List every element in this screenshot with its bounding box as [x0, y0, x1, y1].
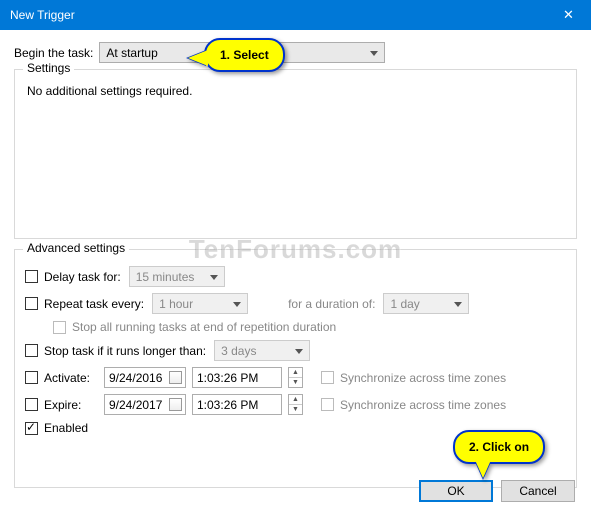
calendar-icon — [169, 371, 182, 384]
stop-repetition-checkbox — [53, 321, 66, 334]
calendar-icon — [169, 398, 182, 411]
delay-label: Delay task for: — [44, 270, 121, 284]
expire-sync-label: Synchronize across time zones — [340, 398, 506, 412]
expire-checkbox[interactable] — [25, 398, 38, 411]
begin-task-label: Begin the task: — [14, 46, 93, 60]
duration-select[interactable]: 1 day — [383, 293, 469, 314]
ok-button[interactable]: OK — [419, 480, 493, 502]
settings-group: Settings No additional settings required… — [14, 69, 577, 239]
expire-label: Expire: — [44, 398, 96, 412]
settings-message: No additional settings required. — [27, 84, 192, 98]
stop-longer-label: Stop task if it runs longer than: — [44, 344, 206, 358]
expire-date[interactable]: 9/24/2017 — [104, 394, 186, 415]
callout-click: 2. Click on — [453, 430, 545, 464]
enabled-checkbox[interactable] — [25, 422, 38, 435]
window-title: New Trigger — [10, 8, 546, 22]
settings-legend: Settings — [23, 61, 74, 75]
begin-task-value: At startup — [106, 46, 157, 60]
repeat-select[interactable]: 1 hour — [152, 293, 248, 314]
titlebar: New Trigger ✕ — [0, 0, 591, 30]
activate-sync-label: Synchronize across time zones — [340, 371, 506, 385]
delay-checkbox[interactable] — [25, 270, 38, 283]
activate-time[interactable]: 1:03:26 PM — [192, 367, 282, 388]
stop-longer-checkbox[interactable] — [25, 344, 38, 357]
callout-select: 1. Select — [204, 38, 285, 72]
expire-time-spinner[interactable]: ▲▼ — [288, 394, 303, 415]
activate-checkbox[interactable] — [25, 371, 38, 384]
delay-select[interactable]: 15 minutes — [129, 266, 225, 287]
expire-time[interactable]: 1:03:26 PM — [192, 394, 282, 415]
stop-longer-select[interactable]: 3 days — [214, 340, 310, 361]
activate-label: Activate: — [44, 371, 96, 385]
duration-label: for a duration of: — [288, 297, 375, 311]
activate-sync-checkbox — [321, 371, 334, 384]
expire-sync-checkbox — [321, 398, 334, 411]
activate-time-spinner[interactable]: ▲▼ — [288, 367, 303, 388]
cancel-button[interactable]: Cancel — [501, 480, 575, 502]
repeat-checkbox[interactable] — [25, 297, 38, 310]
close-button[interactable]: ✕ — [546, 0, 591, 30]
advanced-legend: Advanced settings — [23, 241, 129, 255]
repeat-label: Repeat task every: — [44, 297, 144, 311]
enabled-label: Enabled — [44, 421, 88, 435]
stop-repetition-label: Stop all running tasks at end of repetit… — [72, 320, 336, 334]
activate-date[interactable]: 9/24/2016 — [104, 367, 186, 388]
